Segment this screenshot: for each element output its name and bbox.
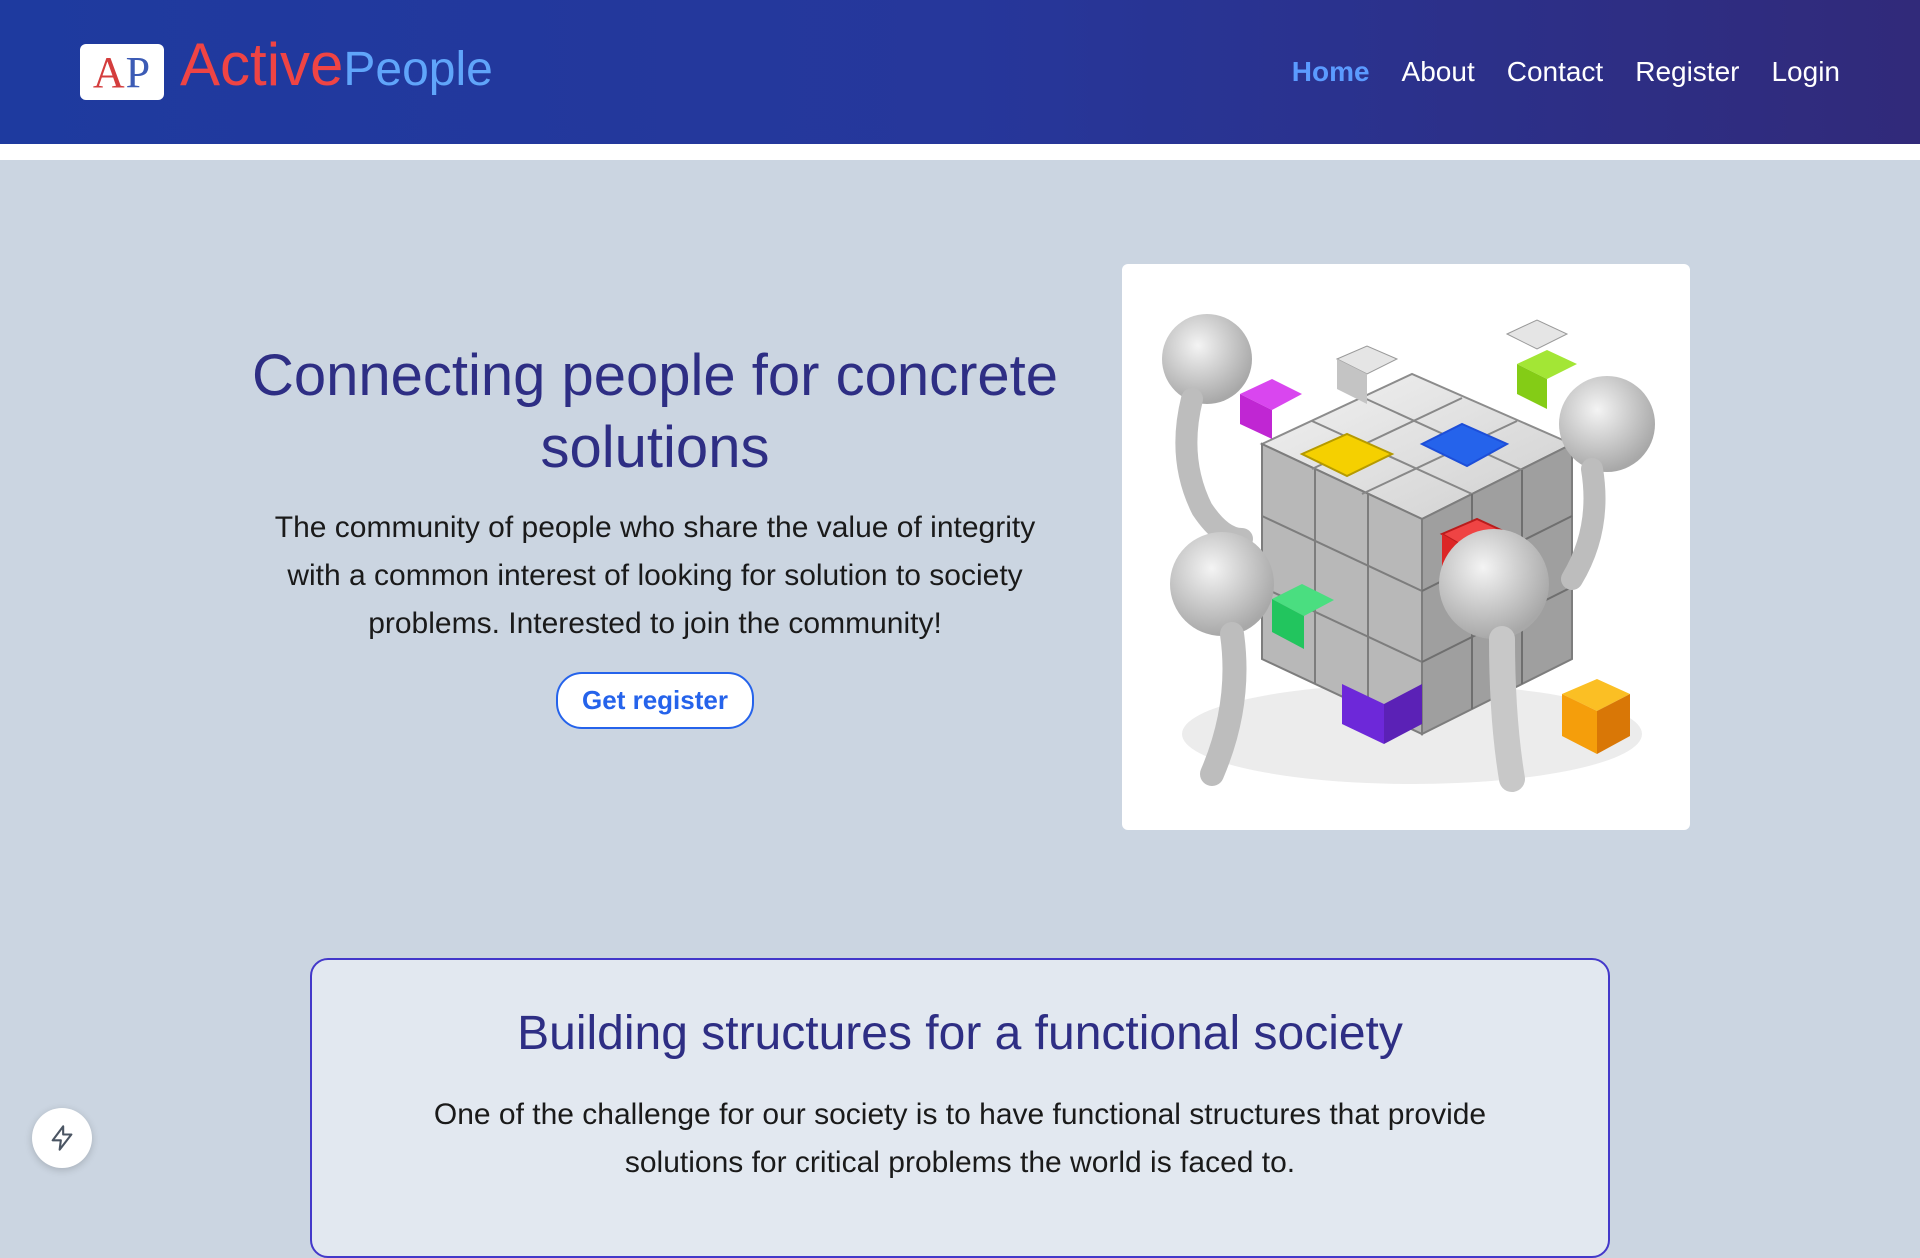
- hero-illustration: [1122, 264, 1690, 830]
- get-register-button[interactable]: Get register: [556, 672, 754, 729]
- floating-action-button[interactable]: [32, 1108, 92, 1168]
- functional-society-card: Building structures for a functional soc…: [310, 958, 1610, 1258]
- nav-home[interactable]: Home: [1292, 56, 1370, 88]
- brand-name[interactable]: Active People: [180, 30, 493, 110]
- logo[interactable]: A P: [80, 44, 164, 100]
- card-text: One of the challenge for our society is …: [433, 1098, 1487, 1179]
- brand-people-text: People: [343, 43, 493, 96]
- site-header: A P Active People Home About Contact Reg…: [0, 0, 1920, 144]
- team-cube-icon: [1162, 314, 1655, 792]
- logo-letter-a: A: [92, 47, 126, 97]
- lightning-icon: [51, 1125, 73, 1151]
- hero-description: The community of people who share the va…: [274, 511, 1036, 640]
- main-nav: Home About Contact Register Login: [1292, 52, 1840, 92]
- hero-section: Connecting people for concrete solutions…: [250, 340, 1060, 729]
- nav-about[interactable]: About: [1402, 56, 1475, 88]
- card-title: Building structures for a functional soc…: [517, 1007, 1403, 1060]
- nav-contact[interactable]: Contact: [1507, 56, 1604, 88]
- brand-active-text: Active: [180, 31, 344, 98]
- hero-title: Connecting people for concrete solutions: [251, 343, 1059, 480]
- nav-register[interactable]: Register: [1635, 56, 1739, 88]
- header-divider: [0, 144, 1920, 160]
- logo-letter-p: P: [125, 47, 152, 97]
- nav-login[interactable]: Login: [1771, 56, 1840, 88]
